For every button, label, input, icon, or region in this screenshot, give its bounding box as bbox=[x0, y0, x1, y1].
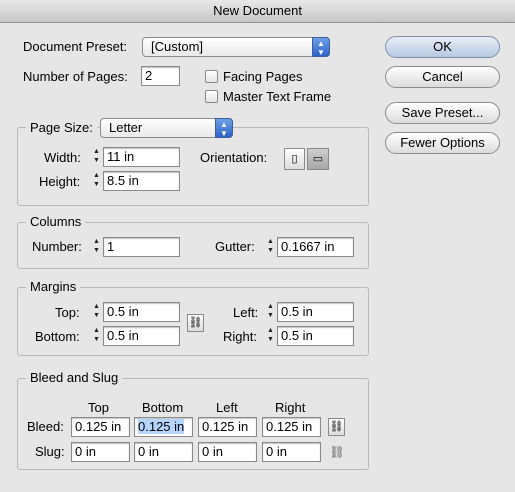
number-of-pages-input[interactable]: 2 bbox=[141, 66, 180, 86]
page-size-select[interactable]: Letter ▲ ▼ bbox=[100, 118, 233, 138]
margin-bottom-input[interactable]: 0.5 in bbox=[103, 326, 180, 346]
gutter-label: Gutter: bbox=[215, 239, 255, 254]
gutter-stepper[interactable]: ▲ ▼ bbox=[264, 237, 277, 257]
margin-top-input[interactable]: 0.5 in bbox=[103, 302, 180, 322]
document-preset-select[interactable]: [Custom] ▲ ▼ bbox=[142, 37, 330, 57]
page-size-value: Letter bbox=[109, 120, 143, 135]
bleed-col-top-header: Top bbox=[88, 400, 109, 415]
bleed-bottom-selected-text: 0.125 in bbox=[138, 419, 185, 434]
facing-pages-checkbox[interactable] bbox=[205, 70, 218, 83]
bleed-label: Bleed: bbox=[27, 419, 64, 434]
broken-chain-icon[interactable]: ⛓ bbox=[329, 443, 345, 461]
document-preset-value: [Custom] bbox=[151, 39, 204, 54]
margin-top-stepper[interactable]: ▲ ▼ bbox=[90, 302, 103, 322]
landscape-orientation-icon[interactable]: ▭ bbox=[307, 148, 329, 170]
save-preset-button[interactable]: Save Preset... bbox=[385, 102, 500, 124]
bleed-top-input[interactable]: 0.125 in bbox=[71, 417, 130, 437]
facing-pages-label: Facing Pages bbox=[223, 69, 303, 84]
margin-right-input[interactable]: 0.5 in bbox=[277, 326, 354, 346]
window-title: New Document bbox=[0, 0, 515, 23]
width-input[interactable]: 11 in bbox=[103, 147, 180, 167]
page-size-label: Page Size: bbox=[26, 118, 97, 138]
slug-bottom-input[interactable]: 0 in bbox=[134, 442, 193, 462]
number-input[interactable]: 1 bbox=[103, 237, 180, 257]
orientation-label: Orientation: bbox=[200, 150, 268, 165]
margin-right-label: Right: bbox=[223, 329, 257, 344]
margin-left-stepper[interactable]: ▲ ▼ bbox=[264, 302, 277, 322]
gutter-input[interactable]: 0.1667 in bbox=[277, 237, 354, 257]
height-stepper[interactable]: ▲ ▼ bbox=[90, 171, 103, 191]
chain-link-icon[interactable]: ⛓ bbox=[328, 418, 345, 436]
margin-left-label: Left: bbox=[233, 305, 259, 320]
bleed-left-input[interactable]: 0.125 in bbox=[198, 417, 257, 437]
slug-left-input[interactable]: 0 in bbox=[198, 442, 257, 462]
fewer-options-button[interactable]: Fewer Options bbox=[385, 132, 500, 154]
chain-link-icon[interactable]: ⛓ bbox=[187, 314, 204, 332]
margins-title: Margins bbox=[26, 279, 81, 295]
width-stepper[interactable]: ▲ ▼ bbox=[90, 147, 103, 167]
cancel-button[interactable]: Cancel bbox=[385, 66, 500, 88]
bleed-col-left-header: Left bbox=[216, 400, 238, 415]
margin-right-stepper[interactable]: ▲ ▼ bbox=[264, 326, 277, 346]
ok-button[interactable]: OK bbox=[385, 36, 500, 58]
bleed-col-right-header: Right bbox=[275, 400, 306, 415]
slug-top-input[interactable]: 0 in bbox=[71, 442, 130, 462]
master-text-frame-label: Master Text Frame bbox=[223, 89, 332, 104]
margin-bottom-label: Bottom: bbox=[35, 329, 80, 344]
portrait-orientation-icon[interactable]: ▯ bbox=[284, 148, 305, 170]
bleed-slug-title: Bleed and Slug bbox=[26, 370, 123, 386]
document-preset-label: Document Preset: bbox=[23, 39, 128, 54]
chevron-updown-icon: ▲ ▼ bbox=[215, 118, 233, 138]
width-label: Width: bbox=[44, 150, 81, 165]
margin-left-input[interactable]: 0.5 in bbox=[277, 302, 354, 322]
height-label: Height: bbox=[39, 174, 81, 189]
number-label: Number: bbox=[32, 239, 82, 254]
margin-top-label: Top: bbox=[55, 305, 80, 320]
bleed-bottom-input[interactable]: 0.125 in bbox=[134, 417, 193, 437]
height-input[interactable]: 8.5 in bbox=[103, 171, 180, 191]
margin-bottom-stepper[interactable]: ▲ ▼ bbox=[90, 326, 103, 346]
bleed-col-bottom-header: Bottom bbox=[142, 400, 184, 415]
number-of-pages-label: Number of Pages: bbox=[23, 69, 128, 84]
slug-right-input[interactable]: 0 in bbox=[262, 442, 321, 462]
bleed-right-input[interactable]: 0.125 in bbox=[262, 417, 321, 437]
number-stepper[interactable]: ▲ ▼ bbox=[90, 237, 103, 257]
master-text-frame-checkbox[interactable] bbox=[205, 90, 218, 103]
slug-label: Slug: bbox=[35, 444, 65, 459]
columns-title: Columns bbox=[26, 214, 86, 230]
chevron-updown-icon: ▲ ▼ bbox=[312, 37, 330, 57]
